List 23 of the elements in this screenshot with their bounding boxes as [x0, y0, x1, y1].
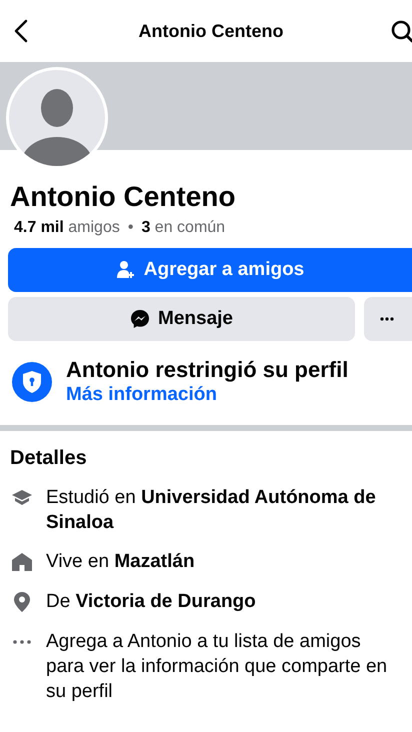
detail-text: Agrega a Antonio a tu lista de amigos para ver la información que comparte en su perfil	[46, 630, 388, 704]
shield-lock-icon	[12, 362, 52, 402]
messenger-icon	[130, 309, 150, 329]
separator-dot: •	[128, 218, 134, 238]
mutual-friends[interactable]: 3 en común	[141, 216, 226, 240]
add-friend-button[interactable]: Agregar a amigos	[8, 248, 412, 292]
more-icon	[380, 317, 394, 321]
profile-name: Antonio Centeno	[10, 180, 237, 214]
more-info-link[interactable]: Más información	[66, 383, 217, 407]
friends-count[interactable]: 4.7 mil amigos	[14, 216, 120, 240]
restriction-title: Antonio restringió su perfil	[66, 357, 348, 383]
search-icon[interactable]	[390, 19, 412, 43]
message-button[interactable]: Mensaje	[8, 297, 355, 341]
graduation-cap-icon	[11, 489, 33, 507]
location-pin-icon	[13, 591, 31, 613]
detail-text: Estudió en Universidad Autónoma de Sinaloa	[46, 486, 377, 535]
detail-text: De Victoria de Durango	[46, 590, 257, 614]
person-plus-icon	[116, 260, 136, 280]
house-icon	[11, 552, 33, 572]
more-icon	[13, 640, 31, 644]
page-title: Antonio Centeno	[138, 20, 284, 42]
section-title: Detalles	[10, 446, 88, 471]
detail-text: Vive en Mazatlán	[46, 550, 196, 574]
